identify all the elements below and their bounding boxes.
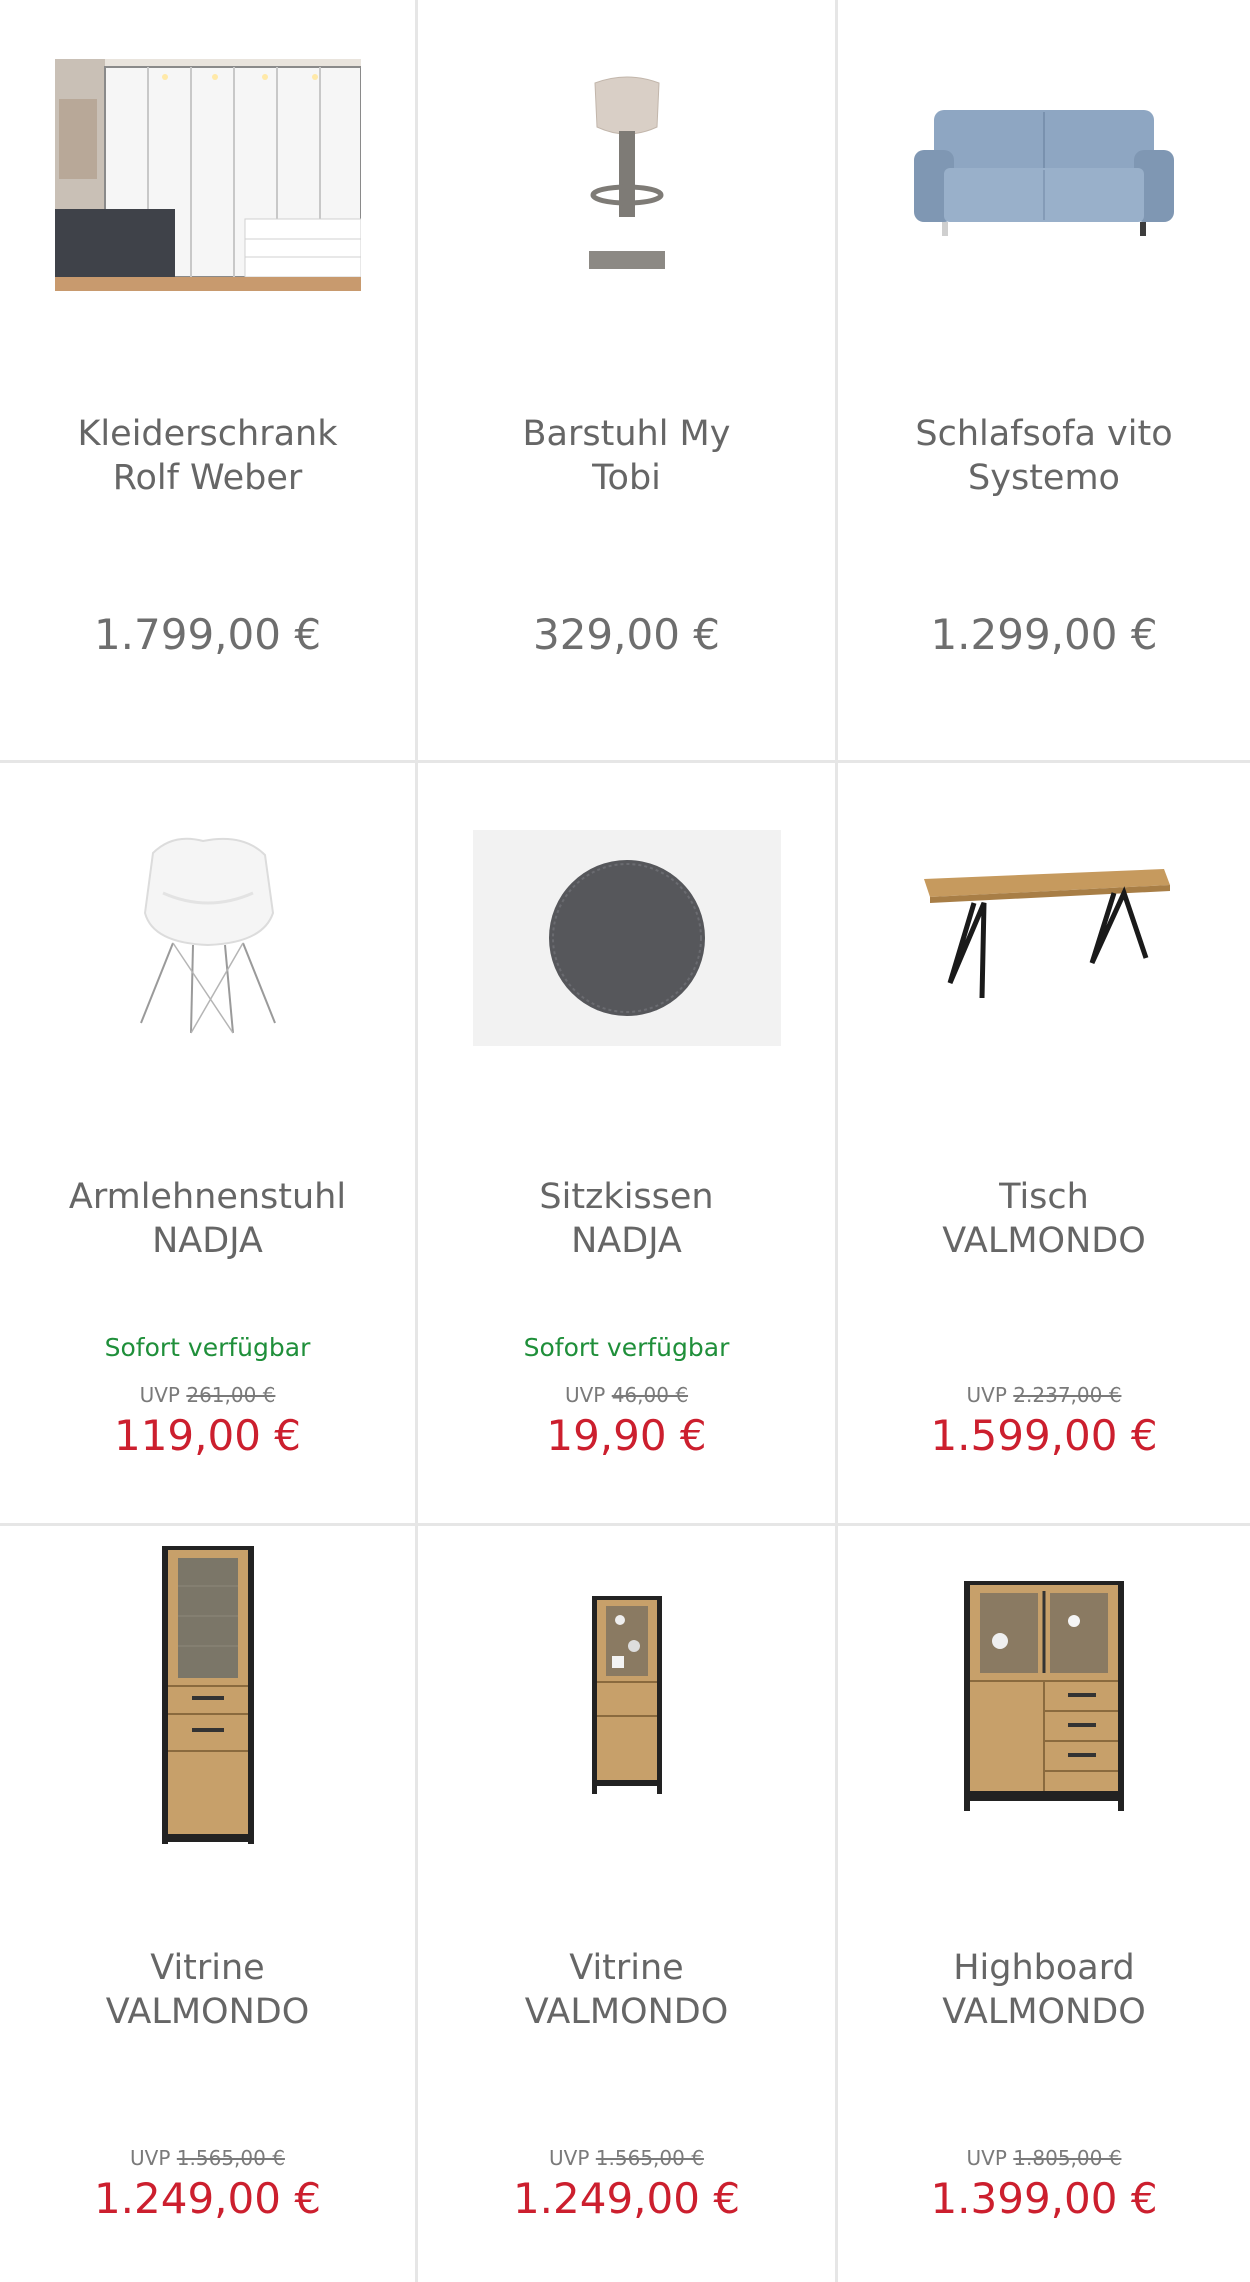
product-tile-vitrine-1[interactable]: Vitrine VALMONDO UVP 1.565,00 € 1.249,00…	[0, 1526, 418, 2282]
uvp-price: UVP 46,00 €	[564, 1383, 689, 1407]
sale-price: 1.399,00 €	[930, 2174, 1158, 2223]
product-image-sofa[interactable]	[856, 55, 1232, 295]
product-name[interactable]: Kleiderschrank Rolf Weber	[10, 412, 405, 500]
product-price: 1.299,00 €	[930, 610, 1158, 659]
product-tile-schlafsofa[interactable]: Schlafsofa vito Systemo 1.299,00 €	[838, 0, 1250, 763]
product-image-cushion[interactable]	[436, 818, 817, 1058]
product-name[interactable]: Sitzkissen NADJA	[428, 1175, 825, 1263]
sale-price: 1.249,00 €	[93, 2174, 322, 2223]
sale-price: 1.599,00 €	[930, 1411, 1158, 1460]
product-tile-barstuhl[interactable]: Barstuhl My Tobi 329,00 €	[418, 0, 838, 763]
product-tile-armlehnenstuhl[interactable]: Armlehnenstuhl NADJA Sofort verfügbar UV…	[0, 763, 418, 1526]
product-image-barstool[interactable]	[436, 55, 817, 295]
product-name[interactable]: Tisch VALMONDO	[848, 1175, 1240, 1263]
product-name[interactable]: Vitrine VALMONDO	[10, 1946, 405, 2034]
product-name[interactable]: Schlafsofa vito Systemo	[848, 412, 1240, 500]
product-name[interactable]: Highboard VALMONDO	[848, 1946, 1240, 2034]
product-image-armchair[interactable]	[18, 818, 397, 1058]
product-image-wardrobe[interactable]	[18, 55, 397, 295]
uvp-price: UVP 1.805,00 €	[966, 2146, 1122, 2170]
cushion-image	[472, 830, 781, 1046]
product-name[interactable]: Barstuhl My Tobi	[428, 412, 825, 500]
uvp-price: UVP 261,00 €	[139, 1383, 276, 1407]
product-image-vitrine-tall[interactable]	[18, 1546, 397, 1846]
sale-price: 119,00 €	[113, 1411, 302, 1460]
uvp-price: UVP 1.565,00 €	[549, 2146, 704, 2170]
product-image-highboard[interactable]	[856, 1546, 1232, 1846]
uvp-price: UVP 2.237,00 €	[966, 1383, 1122, 1407]
product-tile-kleiderschrank[interactable]: Kleiderschrank Rolf Weber 1.799,00 €	[0, 0, 418, 763]
barstool-image	[588, 76, 665, 269]
availability-badge: Sofort verfügbar	[523, 1333, 730, 1362]
product-image-table[interactable]	[856, 818, 1232, 1058]
sofa-image	[914, 110, 1174, 236]
vitrine-tall-image	[161, 1546, 254, 1844]
highboard-image	[964, 1581, 1124, 1811]
product-image-vitrine-small[interactable]	[436, 1546, 817, 1846]
product-name[interactable]: Armlehnenstuhl NADJA	[10, 1175, 405, 1263]
product-tile-vitrine-2[interactable]: Vitrine VALMONDO UVP 1.565,00 € 1.249,00…	[418, 1526, 838, 2282]
sale-price: 19,90 €	[546, 1411, 707, 1460]
table-image	[924, 869, 1170, 999]
wardrobe-image	[54, 59, 361, 291]
product-tile-sitzkissen[interactable]: Sitzkissen NADJA Sofort verfügbar UVP 46…	[418, 763, 838, 1526]
product-price: 329,00 €	[532, 610, 721, 659]
product-grid: Kleiderschrank Rolf Weber 1.799,00 € Bar…	[0, 0, 1250, 2282]
product-tile-tisch[interactable]: Tisch VALMONDO UVP 2.237,00 € 1.599,00 €	[838, 763, 1250, 1526]
vitrine-small-image	[591, 1596, 662, 1794]
product-name[interactable]: Vitrine VALMONDO	[428, 1946, 825, 2034]
uvp-price: UVP 1.565,00 €	[130, 2146, 285, 2170]
product-price: 1.799,00 €	[93, 610, 322, 659]
sale-price: 1.249,00 €	[512, 2174, 741, 2223]
availability-badge: Sofort verfügbar	[104, 1333, 311, 1362]
armchair-image	[139, 837, 276, 1034]
product-tile-highboard[interactable]: Highboard VALMONDO UVP 1.805,00 € 1.399,…	[838, 1526, 1250, 2282]
